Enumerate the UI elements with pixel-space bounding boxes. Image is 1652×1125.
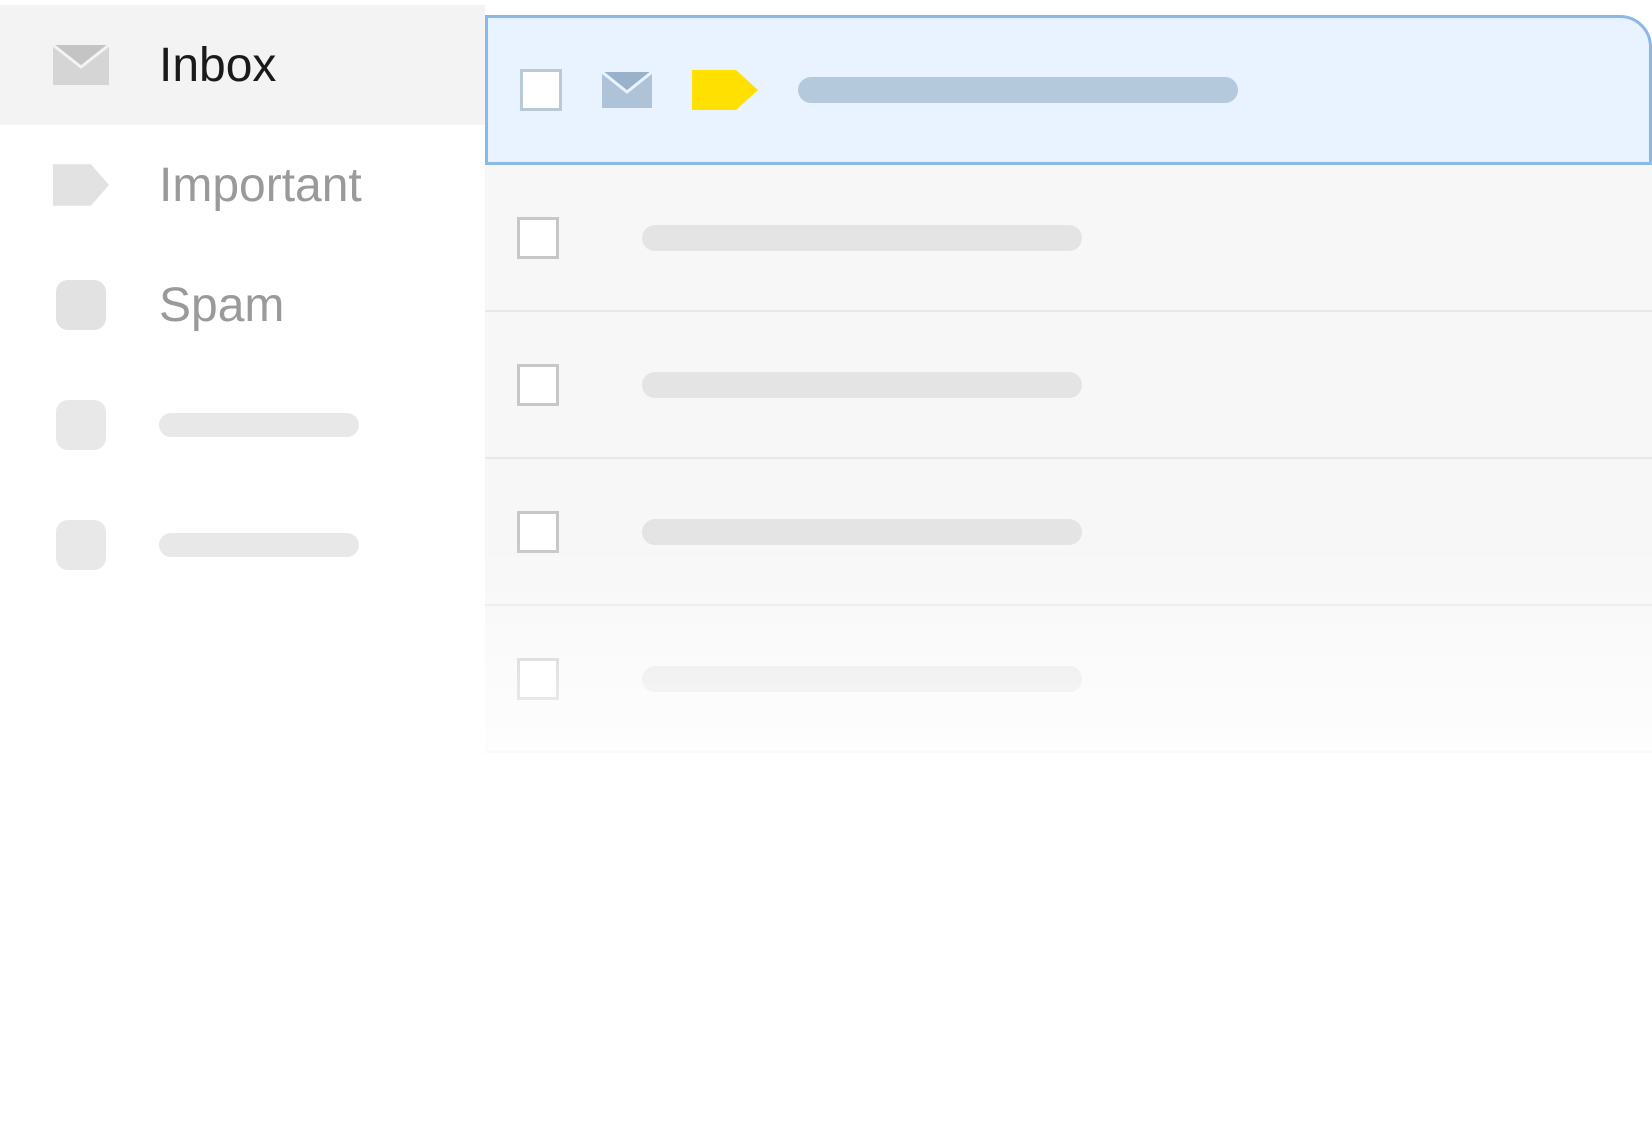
placeholder-icon	[53, 520, 109, 570]
sidebar-item-inbox[interactable]: Inbox	[0, 5, 485, 125]
message-row[interactable]	[485, 15, 1652, 165]
message-subject-placeholder	[642, 666, 1082, 692]
sidebar-item-important[interactable]: Important	[0, 125, 485, 245]
placeholder-icon	[53, 400, 109, 450]
sidebar-item-label-placeholder	[159, 533, 359, 557]
important-tag-icon	[692, 70, 758, 110]
message-checkbox[interactable]	[517, 217, 559, 259]
sidebar-item-label-placeholder	[159, 413, 359, 437]
message-subject-placeholder	[642, 225, 1082, 251]
sidebar-item-label: Important	[159, 158, 362, 213]
sidebar: Inbox Important Spam	[0, 0, 485, 1125]
message-subject-placeholder	[642, 372, 1082, 398]
sidebar-item-label: Spam	[159, 278, 284, 333]
message-checkbox[interactable]	[517, 511, 559, 553]
message-list-panel	[485, 0, 1652, 1125]
sidebar-item-placeholder[interactable]	[0, 485, 485, 605]
tag-icon	[53, 162, 109, 208]
sidebar-item-spam[interactable]: Spam	[0, 245, 485, 365]
message-checkbox[interactable]	[517, 658, 559, 700]
envelope-icon	[53, 45, 109, 85]
message-row[interactable]	[485, 606, 1652, 753]
message-checkbox[interactable]	[520, 69, 562, 111]
sidebar-item-placeholder[interactable]	[0, 365, 485, 485]
message-subject-placeholder	[642, 519, 1082, 545]
message-row[interactable]	[485, 312, 1652, 459]
message-subject-placeholder	[798, 77, 1238, 103]
message-checkbox[interactable]	[517, 364, 559, 406]
unread-icon	[602, 72, 652, 108]
message-list	[485, 15, 1652, 753]
message-row[interactable]	[485, 459, 1652, 606]
message-row[interactable]	[485, 165, 1652, 312]
spam-icon	[53, 280, 109, 330]
sidebar-item-label: Inbox	[159, 38, 276, 93]
